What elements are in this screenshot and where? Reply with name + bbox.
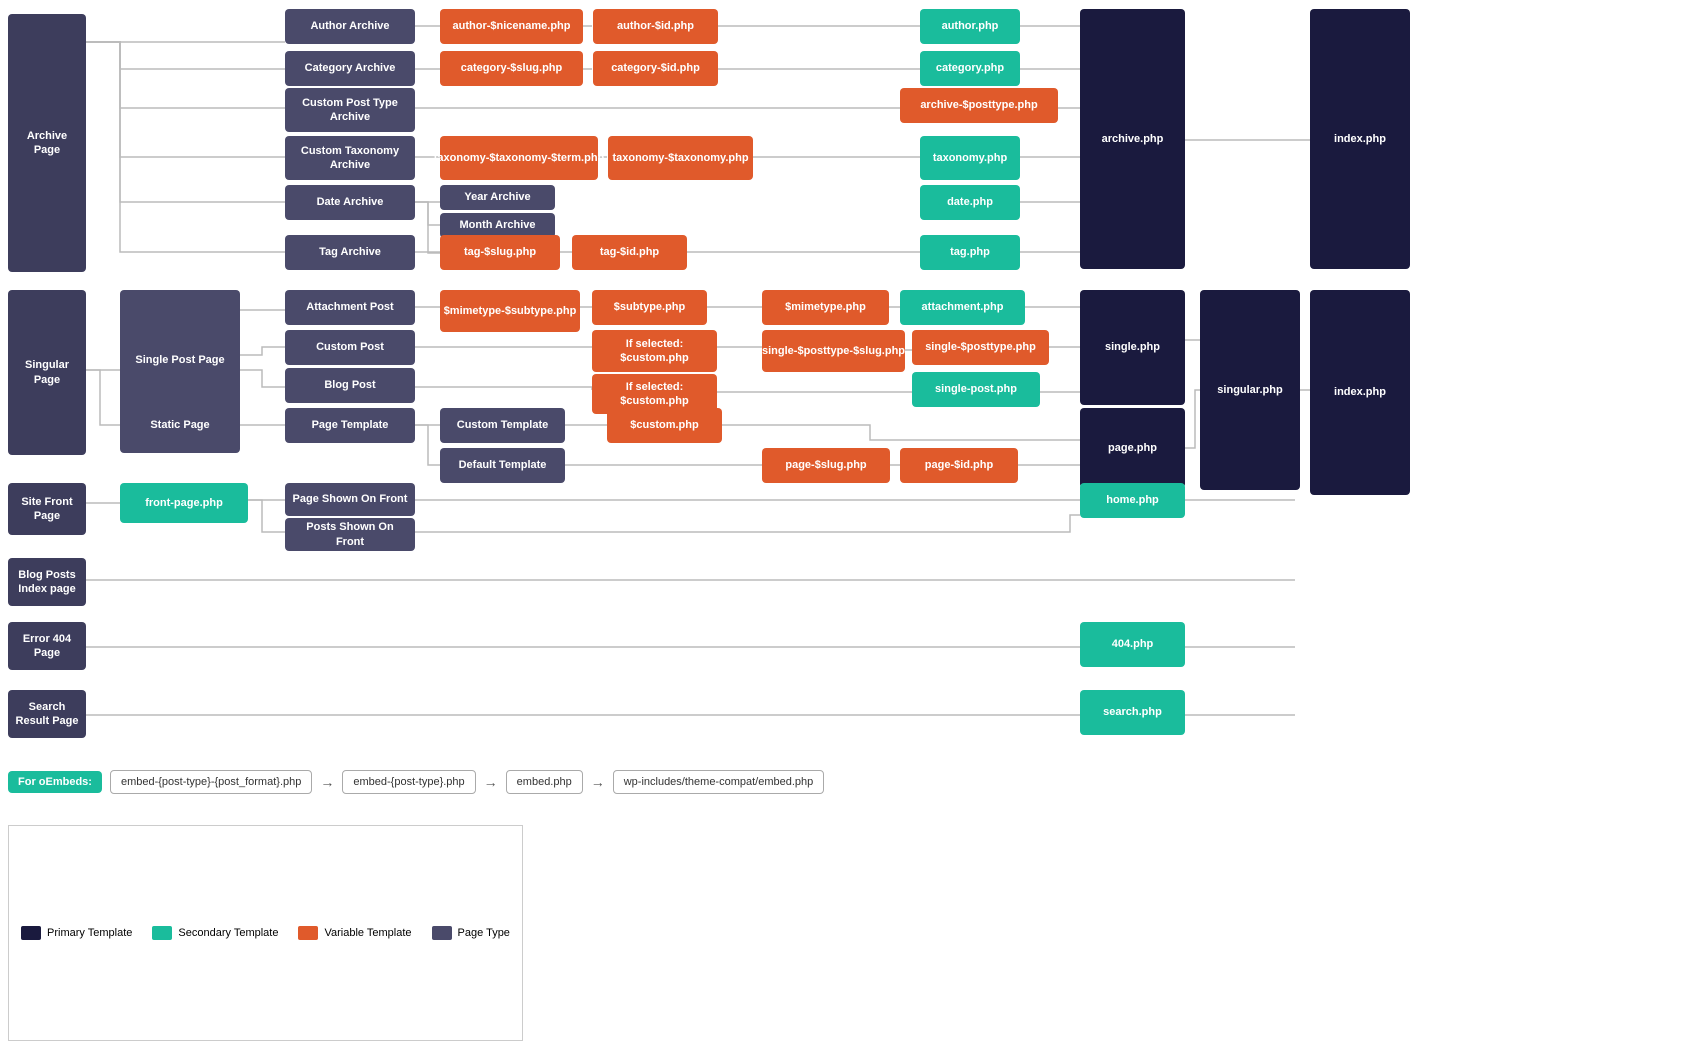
taxonomy-taxonomy-term-node: taxonomy-$taxonomy-$term.php — [440, 136, 598, 180]
date-archive-node: Date Archive — [285, 185, 415, 220]
legend-variable-label: Variable Template — [324, 927, 411, 939]
subtype-node: $subtype.php — [592, 290, 707, 325]
author-archive-node: Author Archive — [285, 9, 415, 44]
legend: Primary Template Secondary Template Vari… — [8, 825, 523, 1041]
search-result-label: Search Result Page — [8, 690, 86, 738]
legend-variable-box — [298, 926, 318, 940]
attachment-php-node: attachment.php — [900, 290, 1025, 325]
diagram-container: Archive Page Author Archive Category Arc… — [0, 0, 1685, 1051]
static-page-node: Static Page — [120, 398, 240, 453]
oembeds-label: For oEmbeds: — [8, 771, 102, 793]
if-selected-custom-1-node: If selected: $custom.php — [592, 330, 717, 372]
legend-pagetype-label: Page Type — [458, 927, 510, 939]
attachment-post-node: Attachment Post — [285, 290, 415, 325]
singular-page-label: Singular Page — [8, 290, 86, 455]
index-php-node: index.php — [1310, 9, 1410, 269]
custom-template-node: Custom Template — [440, 408, 565, 443]
legend-secondary: Secondary Template — [152, 926, 278, 940]
home-php-node: home.php — [1080, 483, 1185, 518]
blog-posts-index-label: Blog Posts Index page — [8, 558, 86, 606]
oembed-item-0: embed-{post-type}-{post_format}.php — [110, 770, 312, 794]
taxonomy-taxonomy-node: taxonomy-$taxonomy.php — [608, 136, 753, 180]
oembed-item-3: wp-includes/theme-compat/embed.php — [613, 770, 825, 794]
posts-shown-on-front-node: Posts Shown On Front — [285, 518, 415, 551]
legend-variable: Variable Template — [298, 926, 411, 940]
author-php-node: author.php — [920, 9, 1020, 44]
mimetype-subtype-node: $mimetype-$subtype.php — [440, 290, 580, 332]
author-id-node: author-$id.php — [593, 9, 718, 44]
default-template-node: Default Template — [440, 448, 565, 483]
page-template-node: Page Template — [285, 408, 415, 443]
archive-page-label: Archive Page — [8, 14, 86, 272]
oembed-arrow-1: → — [484, 774, 498, 790]
tag-archive-node: Tag Archive — [285, 235, 415, 270]
legend-secondary-label: Secondary Template — [178, 927, 278, 939]
error-404-label: Error 404 Page — [8, 622, 86, 670]
blog-post-node: Blog Post — [285, 368, 415, 403]
legend-secondary-box — [152, 926, 172, 940]
search-php-node: search.php — [1080, 690, 1185, 735]
page-slug-node: page-$slug.php — [762, 448, 890, 483]
page-php-node: page.php — [1080, 408, 1185, 488]
tag-slug-node: tag-$slug.php — [440, 235, 560, 270]
index-php2-node: index.php — [1310, 290, 1410, 495]
oembed-item-2: embed.php — [506, 770, 583, 794]
category-slug-node: category-$slug.php — [440, 51, 583, 86]
oembed-arrow-2: → — [591, 774, 605, 790]
legend-primary-label: Primary Template — [47, 927, 132, 939]
site-front-page-label: Site Front Page — [8, 483, 86, 535]
taxonomy-php-node: taxonomy.php — [920, 136, 1020, 180]
legend-primary-box — [21, 926, 41, 940]
custom-php-node: $custom.php — [607, 408, 722, 443]
single-php-node: single.php — [1080, 290, 1185, 405]
custom-post-node: Custom Post — [285, 330, 415, 365]
singular-php-node: singular.php — [1200, 290, 1300, 490]
single-post-php-node: single-post.php — [912, 372, 1040, 407]
page-shown-on-front-node: Page Shown On Front — [285, 483, 415, 516]
single-posttype-php-node: single-$posttype.php — [912, 330, 1049, 365]
category-php-node: category.php — [920, 51, 1020, 86]
year-archive-node: Year Archive — [440, 185, 555, 210]
front-page-php-node: front-page.php — [120, 483, 248, 523]
oembed-arrow-0: → — [320, 774, 334, 790]
custom-post-type-archive-node: Custom Post Type Archive — [285, 88, 415, 132]
category-archive-node: Category Archive — [285, 51, 415, 86]
archive-posttype-node: archive-$posttype.php — [900, 88, 1058, 123]
tag-id-node: tag-$id.php — [572, 235, 687, 270]
category-id-node: category-$id.php — [593, 51, 718, 86]
error-404-php-node: 404.php — [1080, 622, 1185, 667]
legend-primary: Primary Template — [21, 926, 132, 940]
mimetype-node: $mimetype.php — [762, 290, 889, 325]
author-nicename-node: author-$nicename.php — [440, 9, 583, 44]
oembeds-row: For oEmbeds: embed-{post-type}-{post_for… — [8, 770, 824, 794]
legend-pagetype: Page Type — [432, 926, 510, 940]
page-id-node: page-$id.php — [900, 448, 1018, 483]
archive-php-node: archive.php — [1080, 9, 1185, 269]
single-posttype-slug-node: single-$posttype-$slug.php — [762, 330, 905, 372]
tag-php-node: tag.php — [920, 235, 1020, 270]
oembed-item-1: embed-{post-type}.php — [342, 770, 475, 794]
date-php-node: date.php — [920, 185, 1020, 220]
legend-pagetype-box — [432, 926, 452, 940]
custom-taxonomy-archive-node: Custom Taxonomy Archive — [285, 136, 415, 180]
